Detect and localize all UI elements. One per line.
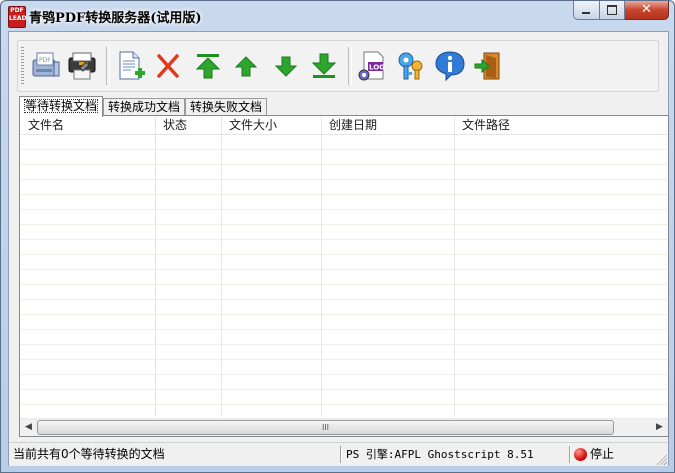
toolbar-separator [348,47,352,85]
horizontal-scrollbar[interactable]: ◀ III ▶ [20,418,668,436]
document-list[interactable]: 文件名 状态 文件大小 创建日期 文件路径 ◀ III ▶ [19,115,669,437]
about-info-icon [435,51,465,82]
add-document-icon [119,51,145,80]
move-down-button[interactable] [268,49,304,83]
register-key-button[interactable] [392,49,428,83]
move-top-button[interactable] [190,49,226,83]
status-message: 当前共有0个等待转换的文档 [13,447,165,461]
minimize-button[interactable] [573,1,600,20]
settings-printer-icon [68,52,96,80]
status-state-label: 停止 [590,447,615,461]
status-engine: PS 引擎:AFPL Ghostscript 8.51 [346,448,534,461]
window-title: 青鸮PDF转换服务器(试用版) [29,11,202,26]
column-header-created[interactable]: 创建日期 [321,116,454,134]
main-window: PDF LEAD 青鸮PDF转换服务器(试用版) ✕ PDF LOG 等待转换文… [0,0,675,473]
column-divider [454,116,455,417]
scroll-left-icon[interactable]: ◀ [20,419,37,436]
about-info-button[interactable] [432,49,468,83]
column-header-status[interactable]: 状态 [155,116,221,134]
title-bar[interactable]: PDF LEAD 青鸮PDF转换服务器(试用版) ✕ [1,1,674,31]
scroll-grip-icon: III [321,423,330,432]
toolbar: PDF LOG [17,40,659,92]
move-top-icon [195,54,221,79]
app-icon-text-bottom: LEAD [9,15,27,22]
move-down-icon [274,56,298,77]
svg-text:PDF: PDF [39,57,51,64]
exit-button[interactable] [470,49,506,83]
tab-pending[interactable]: 等待转换文档 [19,96,104,117]
move-up-button[interactable] [228,49,264,83]
add-document-button[interactable] [112,49,148,83]
tab-label: 转换成功文档 [108,100,181,114]
tab-label: 等待转换文档 [24,99,99,113]
column-header-filename[interactable]: 文件名 [20,116,155,134]
caption-buttons: ✕ [573,1,669,21]
client-area: PDF LOG 等待转换文档 转换成功文档 转换失败文档 文件名 状态 文件大小… [8,31,669,466]
column-divider [155,116,156,417]
stop-indicator-icon [574,448,587,461]
delete-button[interactable] [150,49,186,83]
toolbar-grip[interactable] [21,47,24,85]
move-bottom-icon [311,53,337,78]
tab-success[interactable]: 转换成功文档 [103,98,186,116]
status-separator [569,446,571,463]
svg-text:LOG: LOG [369,64,385,72]
toolbar-separator [106,47,110,85]
app-icon-text-top: PDF [10,7,24,14]
column-header-size[interactable]: 文件大小 [221,116,321,134]
minimize-icon [582,12,590,14]
status-separator [340,446,342,463]
column-divider [321,116,322,417]
maximize-button[interactable] [600,1,625,20]
tab-strip: 等待转换文档 转换成功文档 转换失败文档 [19,96,268,117]
scroll-right-icon[interactable]: ▶ [651,419,668,436]
resize-grip[interactable] [655,453,667,465]
close-icon: ✕ [641,2,652,17]
status-bar: 当前共有0个等待转换的文档 PS 引擎:AFPL Ghostscript 8.5… [9,442,668,466]
list-rows[interactable] [20,135,668,417]
scroll-thumb[interactable]: III [37,420,614,435]
column-divider [221,116,222,417]
list-header: 文件名 状态 文件大小 创建日期 文件路径 [20,116,668,135]
delete-icon [157,54,179,78]
register-key-icon [398,52,423,80]
tab-label: 转换失败文档 [190,100,263,114]
close-button[interactable]: ✕ [625,1,669,20]
pdf-printer-icon: PDF [32,52,60,77]
maximize-icon [607,5,617,15]
log-icon: LOG [358,51,385,81]
app-pdf-icon: PDF LEAD [8,6,27,28]
status-state: 停止 [574,446,614,463]
log-button[interactable]: LOG [354,49,390,83]
move-up-icon [234,56,258,77]
tab-failed[interactable]: 转换失败文档 [185,98,268,116]
exit-icon [474,52,500,80]
column-header-path[interactable]: 文件路径 [454,116,668,134]
settings-printer-button[interactable] [64,49,100,83]
pdf-printer-button[interactable]: PDF [28,49,64,83]
move-bottom-button[interactable] [306,49,342,83]
